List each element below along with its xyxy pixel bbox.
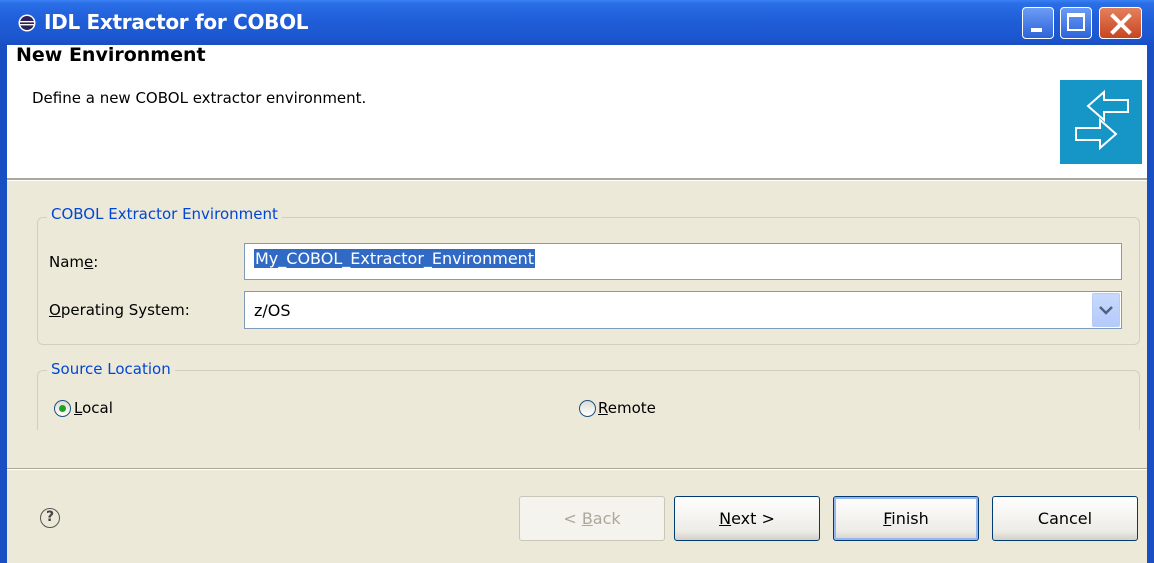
dialog-window: IDL Extractor for COBOL New Environment …: [0, 0, 1154, 563]
title-bar[interactable]: IDL Extractor for COBOL: [0, 0, 1154, 45]
name-field[interactable]: My_COBOL_Extractor_Environment: [244, 243, 1122, 280]
remote-radio-label[interactable]: Remote: [598, 399, 656, 417]
window-title: IDL Extractor for COBOL: [44, 10, 309, 34]
eclipse-icon: [18, 14, 36, 32]
back-button[interactable]: < Back: [519, 496, 665, 541]
close-button[interactable]: [1099, 7, 1142, 39]
close-icon: [1110, 13, 1132, 35]
local-radio[interactable]: [54, 400, 71, 417]
two-arrows-icon: [1075, 89, 1129, 151]
remote-radio[interactable]: [579, 400, 596, 417]
help-icon[interactable]: ?: [40, 508, 60, 528]
os-select[interactable]: z/OS: [244, 291, 1122, 329]
os-select-value: z/OS: [254, 301, 291, 320]
window-border-right: [1147, 45, 1154, 563]
next-button[interactable]: Next >: [674, 496, 820, 541]
local-radio-label[interactable]: Local: [74, 399, 113, 417]
minimize-icon: [1031, 28, 1042, 32]
page-description: Define a new COBOL extractor environment…: [32, 89, 367, 107]
os-label: Operating System:: [49, 301, 190, 319]
os-dropdown-button[interactable]: [1092, 293, 1120, 327]
footer-separator: [7, 468, 1147, 470]
minimize-button[interactable]: [1022, 7, 1054, 39]
page-title: New Environment: [16, 44, 206, 66]
header-separator: [7, 178, 1147, 181]
environment-group-legend: COBOL Extractor Environment: [47, 205, 282, 223]
finish-button[interactable]: Finish: [833, 496, 979, 541]
name-label: Name:: [49, 253, 99, 271]
radio-selected-dot: [59, 405, 66, 412]
name-field-value: My_COBOL_Extractor_Environment: [254, 249, 536, 268]
maximize-button[interactable]: [1060, 7, 1092, 39]
maximize-icon: [1067, 13, 1085, 31]
window-border-left: [0, 45, 7, 563]
cancel-button[interactable]: Cancel: [992, 496, 1138, 541]
wizard-banner-image: [1060, 80, 1142, 164]
source-location-legend: Source Location: [47, 360, 175, 378]
chevron-down-icon: [1099, 306, 1113, 315]
